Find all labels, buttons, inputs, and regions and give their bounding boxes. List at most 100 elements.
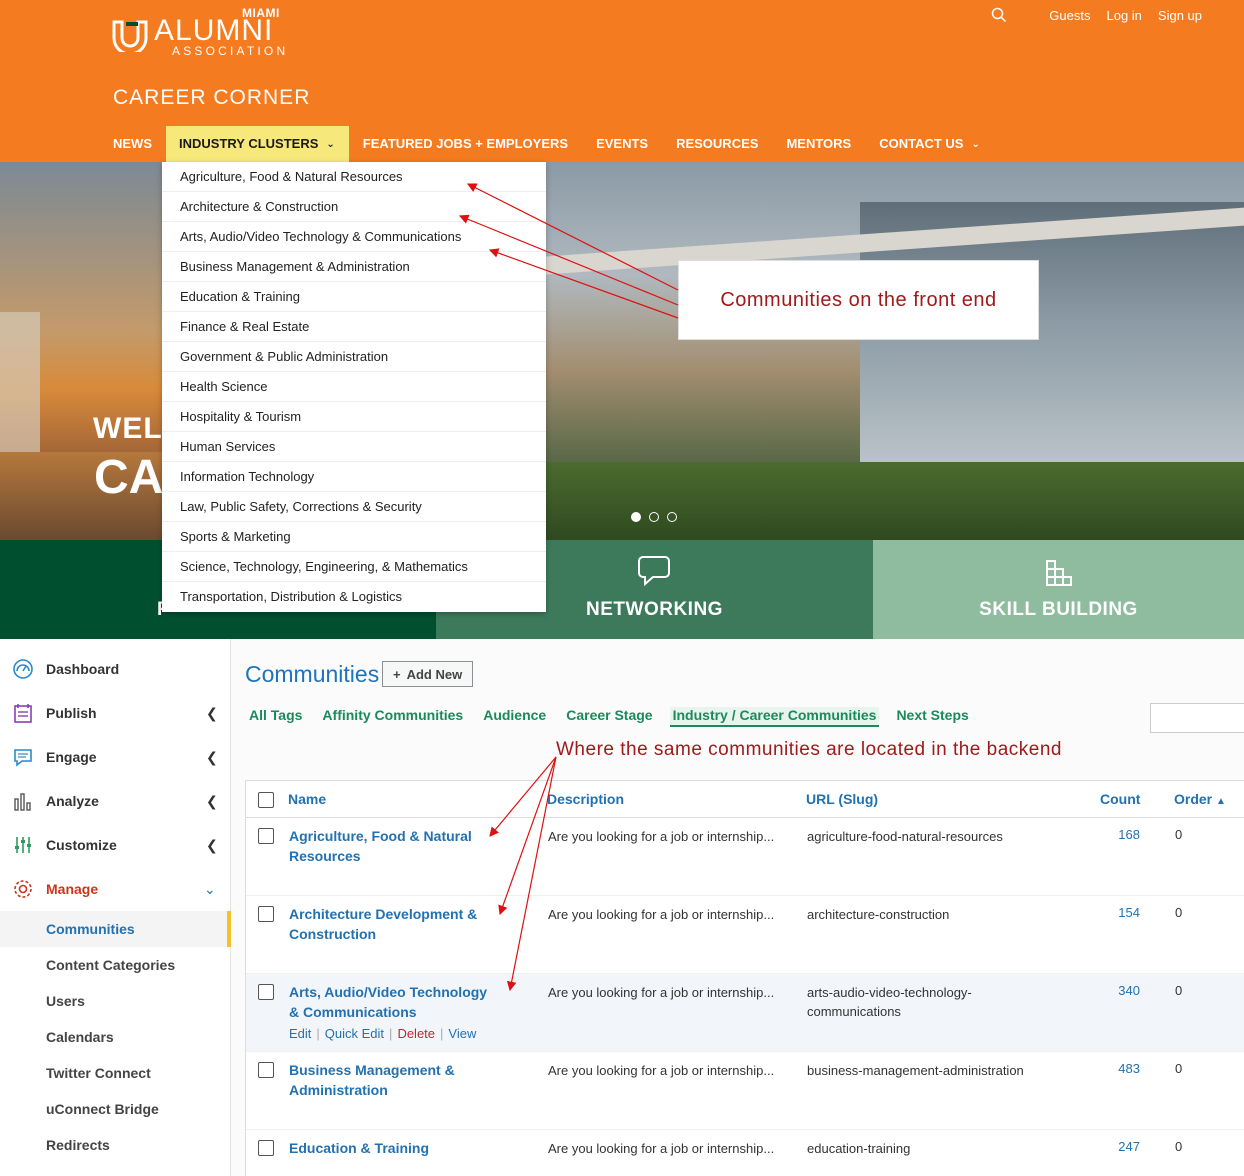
dropdown-item[interactable]: Science, Technology, Engineering, & Math… [162,552,546,582]
row-count-link[interactable]: 154 [1066,905,1140,920]
row-name-link[interactable]: Business Management & Administration [289,1060,499,1100]
column-name[interactable]: Name [288,791,326,807]
row-description: Are you looking for a job or internship.… [548,829,775,844]
dropdown-item[interactable]: Transportation, Distribution & Logistics [162,582,546,612]
nav-industry-clusters[interactable]: INDUSTRY CLUSTERS ⌄ [166,126,349,162]
row-checkbox[interactable] [258,906,274,922]
column-slug[interactable]: URL (Slug) [806,791,878,807]
quick-edit-link[interactable]: Quick Edit [325,1026,384,1041]
dropdown-item[interactable]: Agriculture, Food & Natural Resources [162,162,546,192]
row-count-link[interactable]: 168 [1066,827,1140,842]
dropdown-item[interactable]: Hospitality & Tourism [162,402,546,432]
tab-audience[interactable]: Audience [483,707,546,727]
dropdown-item[interactable]: Finance & Real Estate [162,312,546,342]
menu-analyze[interactable]: Analyze ❮ [0,779,231,823]
menu-label: Manage [46,881,99,897]
login-link[interactable]: Log in [1106,8,1141,23]
dropdown-item[interactable]: Business Management & Administration [162,252,546,282]
row-count-link[interactable]: 340 [1066,983,1140,998]
plus-icon: + [393,666,401,682]
column-order[interactable]: Order ▲ [1174,791,1226,807]
tab-industry-career-communities[interactable]: Industry / Career Communities [669,707,880,727]
slider-dot[interactable] [667,512,677,522]
dropdown-item[interactable]: Sports & Marketing [162,522,546,552]
menu-label: Dashboard [46,661,120,677]
submenu-users[interactable]: Users [0,983,231,1019]
row-checkbox[interactable] [258,984,274,1000]
submenu-content-categories[interactable]: Content Categories [0,947,231,983]
screenshot-root: MIAMI ALUMNI ASSOCIATION CAREER CORNER G… [0,0,1244,1176]
dropdown-item[interactable]: Health Science [162,372,546,402]
search-icon[interactable] [991,7,1007,23]
industry-clusters-dropdown: Agriculture, Food & Natural Resources Ar… [162,162,546,612]
column-description[interactable]: Description [547,791,624,807]
dropdown-item[interactable]: Architecture & Construction [162,192,546,222]
chevron-down-icon: ⌄ [204,880,216,897]
view-link[interactable]: View [448,1026,476,1041]
alumni-logo[interactable]: MIAMI ALUMNI ASSOCIATION [112,6,292,60]
row-name-link[interactable]: Arts, Audio/Video Technology & Communica… [289,982,499,1022]
submenu-calendars[interactable]: Calendars [0,1019,231,1055]
menu-dashboard[interactable]: Dashboard [0,647,231,691]
select-all-checkbox[interactable] [258,792,274,808]
menu-customize[interactable]: Customize ❮ [0,823,231,867]
nav-mentors[interactable]: MENTORS [772,126,865,162]
dropdown-item[interactable]: Human Services [162,432,546,462]
row-description: Are you looking for a job or internship.… [548,1063,775,1078]
row-order: 0 [1175,1061,1183,1076]
row-order: 0 [1175,1139,1183,1154]
slider-dot[interactable] [631,512,641,522]
submenu-label: Calendars [46,1029,114,1045]
menu-engage[interactable]: Engage ❮ [0,735,231,779]
publish-icon [14,704,32,723]
nav-news[interactable]: NEWS [0,126,166,162]
row-checkbox[interactable] [258,828,274,844]
nav-resources[interactable]: RESOURCES [662,126,772,162]
delete-link[interactable]: Delete [397,1026,435,1041]
search-input[interactable] [1150,703,1244,733]
chevron-down-icon: ⌄ [326,139,335,150]
edit-link[interactable]: Edit [289,1026,311,1041]
add-new-button[interactable]: + Add New [382,661,474,687]
nav-contact-us[interactable]: CONTACT US ⌄ [865,126,994,162]
logo-alumni: ALUMNI [154,14,274,47]
table-row: Arts, Audio/Video Technology & Communica… [246,974,1244,1052]
row-name-link[interactable]: Architecture Development & Construction [289,904,499,944]
submenu-redirects[interactable]: Redirects [0,1127,231,1163]
menu-publish[interactable]: Publish ❮ [0,691,231,735]
tab-next-steps[interactable]: Next Steps [896,707,968,727]
column-count[interactable]: Count [1100,791,1140,807]
submenu-communities[interactable]: Communities [0,911,231,947]
row-count-link[interactable]: 247 [1066,1139,1140,1154]
row-slug: business-management-administration [807,1063,1024,1078]
row-name-link[interactable]: Education & Training [289,1138,499,1158]
slider-dot[interactable] [649,512,659,522]
row-count-link[interactable]: 483 [1066,1061,1140,1076]
tab-all-tags[interactable]: All Tags [249,707,302,727]
main-nav: NEWS INDUSTRY CLUSTERS ⌄ FEATURED JOBS + … [0,126,994,162]
dropdown-item[interactable]: Arts, Audio/Video Technology & Communica… [162,222,546,252]
tile-skill-building[interactable]: SKILL BUILDING [873,540,1244,639]
submenu-twitter-connect[interactable]: Twitter Connect [0,1055,231,1091]
guests-link[interactable]: Guests [1049,8,1090,23]
admin-sidebar: Dashboard Publish ❮ Engage ❮ Analyze ❮ C… [0,639,231,1176]
hero-building-left [0,312,40,452]
submenu-uconnect-bridge[interactable]: uConnect Bridge [0,1091,231,1127]
dropdown-item[interactable]: Information Technology [162,462,546,492]
row-checkbox[interactable] [258,1140,274,1156]
site-title[interactable]: CAREER CORNER [113,86,310,110]
nav-events[interactable]: EVENTS [582,126,662,162]
tab-affinity-communities[interactable]: Affinity Communities [322,707,463,727]
dropdown-item[interactable]: Law, Public Safety, Corrections & Securi… [162,492,546,522]
row-name-link[interactable]: Agriculture, Food & Natural Resources [289,826,499,866]
nav-featured-jobs[interactable]: FEATURED JOBS + EMPLOYERS [349,126,582,162]
communities-table: Name Description URL (Slug) Count Order … [245,780,1244,1176]
admin-content: Communities + Add New All Tags Affinity C… [231,639,1244,1176]
dropdown-item[interactable]: Education & Training [162,282,546,312]
signup-link[interactable]: Sign up [1158,8,1202,23]
menu-manage[interactable]: Manage ⌄ [0,867,231,911]
tab-career-stage[interactable]: Career Stage [566,707,652,727]
row-order: 0 [1175,905,1183,920]
row-checkbox[interactable] [258,1062,274,1078]
dropdown-item[interactable]: Government & Public Administration [162,342,546,372]
